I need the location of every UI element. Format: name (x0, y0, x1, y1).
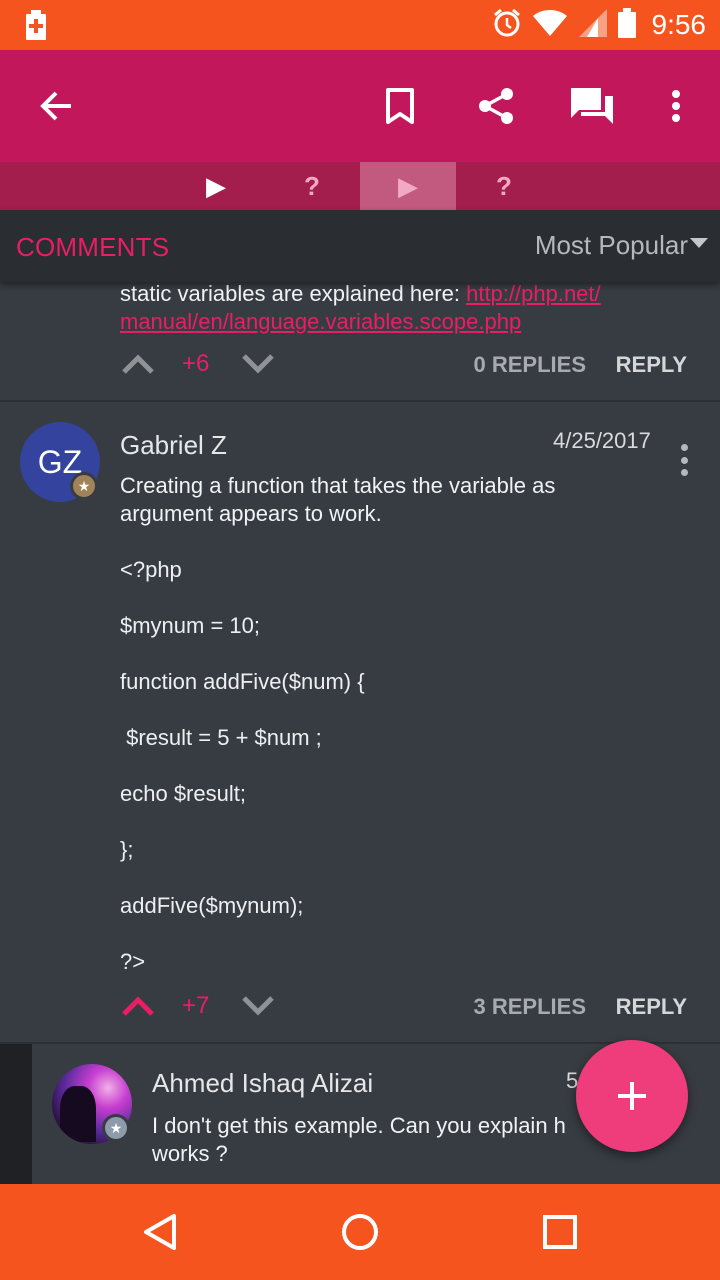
battery-icon (617, 7, 636, 43)
code-line: }; (120, 837, 134, 862)
dropdown-arrow-icon (690, 237, 708, 248)
replies-count-button[interactable]: 0 REPLIES (474, 352, 586, 378)
code-line: echo $result; (120, 781, 246, 806)
divider (0, 400, 720, 402)
vote-count: +6 (182, 350, 210, 377)
comment-link-cont[interactable]: manual/en/language.variables.scope.php (120, 309, 521, 334)
downvote-icon[interactable] (240, 990, 276, 1020)
nav-step-play-2[interactable]: ▶ (360, 162, 456, 210)
nav-step-quiz-1[interactable]: ? (264, 162, 360, 210)
bookmark-icon[interactable] (374, 80, 426, 132)
clock: 9:56 (651, 9, 707, 40)
comment-menu-icon[interactable] (672, 440, 696, 480)
comment-link[interactable]: http://php.net/ (466, 282, 601, 306)
battery-saver-icon (24, 10, 48, 40)
signal-icon (578, 8, 608, 43)
star-badge-icon: ★ (102, 1114, 130, 1142)
back-triangle-icon[interactable] (130, 1202, 190, 1262)
overflow-menu-icon[interactable] (650, 80, 702, 132)
reply-button[interactable]: REPLY (616, 994, 687, 1020)
comment-date: 4/25/2017 (553, 428, 651, 453)
upvote-icon[interactable] (120, 348, 156, 378)
code-line: function addFive($num) { (120, 669, 365, 694)
wifi-icon (532, 9, 568, 42)
star-badge-icon: ★ (70, 472, 98, 500)
code-line: addFive($mynum); (120, 893, 304, 918)
app-toolbar (0, 50, 720, 162)
comment-actions: +6 0 REPLIES REPLY (0, 342, 720, 386)
comment-actions: +7 3 REPLIES REPLY (0, 984, 720, 1028)
sort-dropdown[interactable]: Most Popular (535, 230, 708, 261)
nav-step-quiz-2[interactable]: ? (456, 162, 552, 210)
code-line: <?php (120, 557, 182, 582)
reply-text: I don't get this example. Can you explai… (152, 1113, 566, 1166)
comment-author[interactable]: Gabriel Z (120, 430, 227, 461)
code-line: $result = 5 + $num ; (120, 725, 322, 750)
code-line: ?> (120, 949, 146, 974)
recents-square-icon[interactable] (530, 1202, 590, 1262)
screen: 9:56 ▶ ? ▶ ? COMMENTS Most Popular stati… (0, 0, 720, 1280)
system-nav-bar (0, 1184, 720, 1280)
code-line: $mynum = 10; (120, 613, 261, 638)
reply-author[interactable]: Ahmed Ishaq Alizai (152, 1068, 373, 1099)
upvote-icon[interactable] (120, 990, 156, 1020)
nav-step-play-1[interactable]: ▶ (168, 162, 264, 210)
reply-button[interactable]: REPLY (616, 352, 687, 378)
share-icon[interactable] (470, 80, 522, 132)
replies-count-button[interactable]: 3 REPLIES (474, 994, 586, 1020)
comments-header: COMMENTS Most Popular (0, 210, 720, 282)
plus-icon (618, 1082, 646, 1110)
comments-title: COMMENTS (16, 232, 170, 262)
status-bar: 9:56 (0, 0, 720, 50)
add-comment-button[interactable] (576, 1040, 688, 1152)
alarm-icon (492, 8, 522, 43)
chat-icon[interactable] (566, 80, 618, 132)
lesson-nav-strip: ▶ ? ▶ ? (0, 162, 720, 210)
back-arrow-icon[interactable] (30, 80, 82, 132)
comment-text: Creating a function that takes the varia… (120, 473, 556, 526)
home-circle-icon[interactable] (330, 1202, 390, 1262)
comment-text: static variables are explained here: htt… (120, 282, 601, 334)
downvote-icon[interactable] (240, 348, 276, 378)
vote-count: +7 (182, 992, 210, 1019)
sort-label: Most Popular (534, 230, 688, 260)
